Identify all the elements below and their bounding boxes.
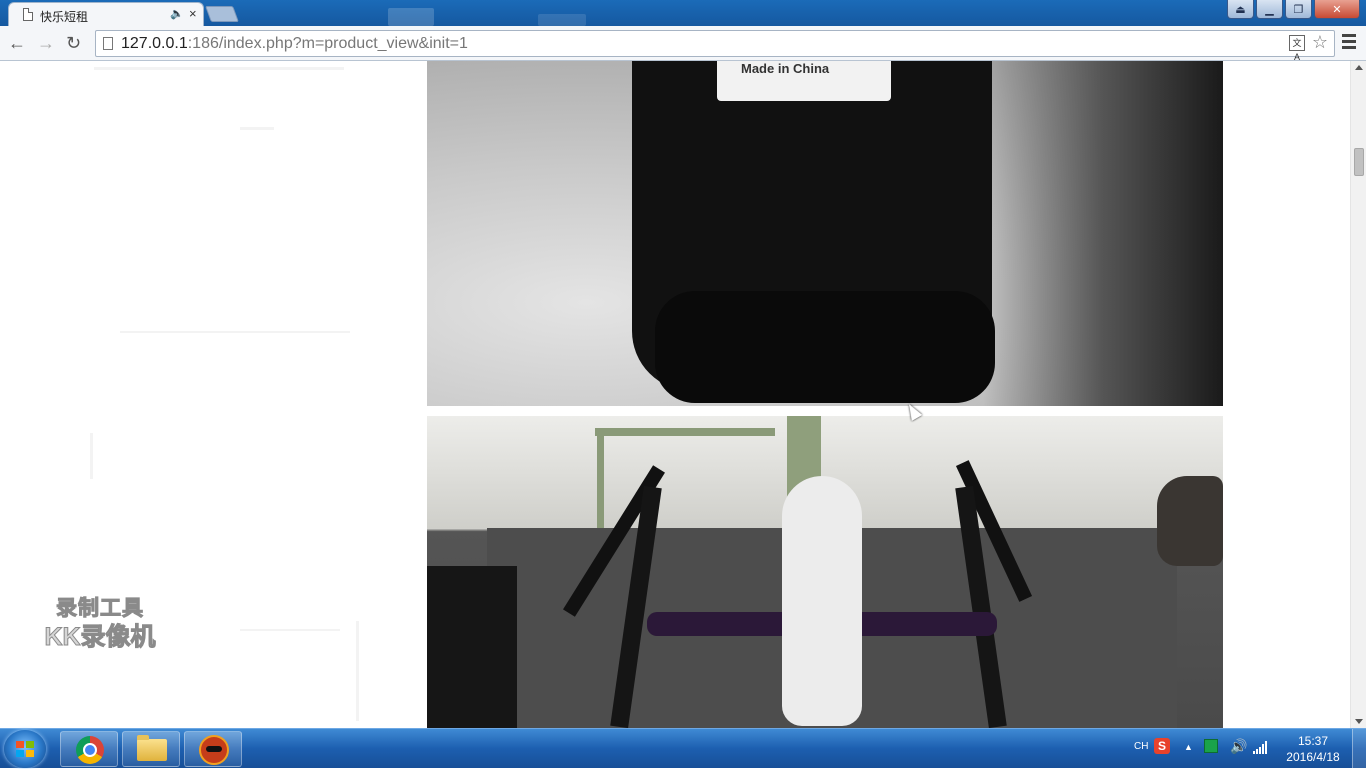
page-favicon-icon (23, 8, 33, 21)
taskbar-kk-recorder[interactable] (184, 731, 242, 767)
watermark-line-1: 录制工具 (56, 597, 144, 621)
chrome-icon (76, 736, 104, 764)
network-app-icon[interactable] (1204, 739, 1218, 753)
faint-divider (356, 621, 359, 721)
translate-icon[interactable]: 文A (1289, 35, 1305, 62)
watermark-line-2: KK录像机 (44, 623, 156, 652)
ime-icon[interactable]: S (1154, 738, 1170, 754)
reload-icon[interactable]: ↻ (66, 33, 81, 54)
scroll-up-arrow-icon[interactable] (1355, 65, 1363, 70)
url-path: :186/index.php?m=product_view&init=1 (187, 35, 468, 52)
browser-titlebar: 快乐短租 🔈 × ⏏ ▁ ❐ ✕ (0, 0, 1366, 26)
url-host: 127.0.0.1 (121, 35, 188, 52)
bookmark-star-icon[interactable]: ☆ (1312, 32, 1328, 53)
start-button[interactable] (4, 730, 46, 768)
recorder-watermark: 录制工具 KK录像机 (30, 596, 170, 652)
window-close-button[interactable]: ✕ (1314, 0, 1360, 19)
taskbar-chrome[interactable] (60, 731, 118, 767)
tab-title: 快乐短租 (40, 10, 89, 24)
faint-text-line (94, 67, 344, 70)
faint-text-line (240, 127, 274, 130)
drone-camera-lens (655, 291, 995, 403)
faint-divider (240, 629, 340, 631)
page-viewport: Made in China 录制工具 KK录像机 (0, 61, 1350, 728)
taskbar-file-explorer[interactable] (122, 731, 180, 767)
address-url[interactable]: 127.0.0.1:186/index.php?m=product_view&i… (121, 35, 468, 53)
faint-divider (120, 331, 350, 333)
titlebar-decoration (538, 14, 586, 26)
page-icon (103, 37, 113, 50)
tray-expand-icon[interactable]: ▲ (1184, 742, 1193, 752)
forward-arrow-icon[interactable]: → (37, 33, 55, 54)
user-profile-button[interactable]: ⏏ (1227, 0, 1254, 19)
chrome-menu-icon[interactable] (1342, 34, 1356, 52)
back-arrow-icon[interactable]: ← (8, 33, 26, 54)
system-clock[interactable]: 15:37 2016/4/18 (1280, 733, 1346, 765)
browser-toolbar: ← → ↻ 127.0.0.1:186/index.php?m=product_… (0, 26, 1366, 62)
product-photo-2 (427, 416, 1223, 728)
faint-divider (90, 433, 93, 479)
camera-label: Made in China (717, 61, 891, 101)
window-controls: ⏏ ▁ ❐ ✕ (1227, 0, 1360, 19)
kk-recorder-icon (199, 735, 229, 765)
browser-tab[interactable]: 快乐短租 🔈 × (8, 2, 204, 26)
windows-logo-icon (16, 741, 34, 757)
page-scrollbar[interactable] (1350, 61, 1366, 728)
speaker-icon[interactable]: 🔈 (170, 7, 184, 20)
scrollbar-thumb[interactable] (1354, 148, 1364, 176)
titlebar-decoration (388, 8, 434, 26)
windows-taskbar: CH S ▲ 🔊 15:37 2016/4/18 (0, 728, 1366, 769)
folder-icon (137, 735, 167, 761)
language-indicator[interactable]: CH (1134, 741, 1148, 752)
camera-label-text: Made in China (741, 61, 830, 76)
new-tab-button[interactable] (205, 6, 239, 22)
restore-button[interactable]: ❐ (1285, 0, 1312, 19)
volume-icon[interactable]: 🔊 (1230, 738, 1247, 755)
minimize-button[interactable]: ▁ (1256, 0, 1283, 19)
wifi-signal-icon[interactable] (1253, 740, 1269, 754)
show-desktop-button[interactable] (1352, 729, 1366, 769)
product-photo-1: Made in China (427, 61, 1223, 406)
drone-body (782, 476, 862, 726)
tab-close-icon[interactable]: × (189, 6, 197, 21)
clock-time: 15:37 (1297, 734, 1329, 748)
address-bar[interactable]: 127.0.0.1:186/index.php?m=product_view&i… (95, 30, 1335, 62)
clock-date: 2016/4/18 (1286, 750, 1340, 764)
scroll-down-arrow-icon[interactable] (1355, 719, 1363, 724)
